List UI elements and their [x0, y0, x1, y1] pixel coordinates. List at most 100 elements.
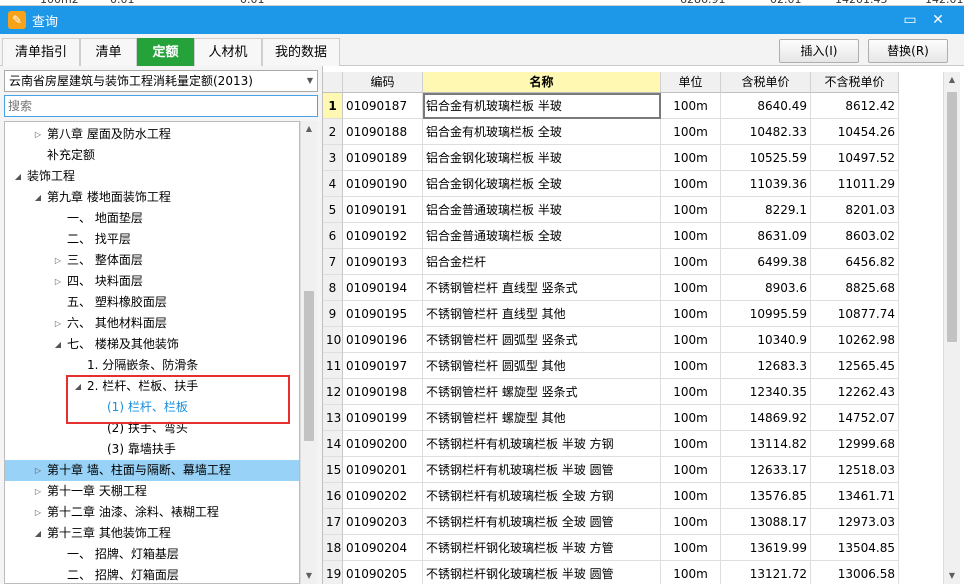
maximize-icon[interactable]: ▭: [900, 11, 920, 29]
unit-cell[interactable]: 100m: [661, 483, 721, 509]
row-number[interactable]: 17: [323, 509, 343, 535]
table-row[interactable]: 17 01090203 不锈钢栏杆有机玻璃栏板 全玻 圆管 100m 13088.17 1…: [323, 509, 943, 535]
tree-item[interactable]: (3) 靠墙扶手: [5, 439, 299, 460]
tree-item[interactable]: 五、 塑料橡胶面层: [5, 292, 299, 313]
scroll-up-icon[interactable]: ▲: [301, 121, 317, 137]
unit-cell[interactable]: 100m: [661, 509, 721, 535]
tax-excl-price-cell[interactable]: 10262.98: [811, 327, 899, 353]
name-cell[interactable]: 铝合金钢化玻璃栏板 半玻: [423, 145, 661, 171]
tax-incl-price-cell[interactable]: 11039.36: [721, 171, 811, 197]
expand-triangle-icon[interactable]: ▷: [33, 460, 43, 481]
name-cell[interactable]: 不锈钢栏杆有机玻璃栏板 全玻 圆管: [423, 509, 661, 535]
tax-incl-price-cell[interactable]: 13121.72: [721, 561, 811, 584]
unit-cell[interactable]: 100m: [661, 353, 721, 379]
row-number[interactable]: 16: [323, 483, 343, 509]
name-cell[interactable]: 铝合金普通玻璃栏板 半玻: [423, 197, 661, 223]
tax-excl-price-cell[interactable]: 12565.45: [811, 353, 899, 379]
tree-item[interactable]: ▷ 第十二章 油漆、涂料、裱糊工程: [5, 502, 299, 523]
code-cell[interactable]: 01090200: [343, 431, 423, 457]
tab-labor-material-machine[interactable]: 人材机: [194, 38, 262, 66]
tax-incl-price-cell[interactable]: 8229.1: [721, 197, 811, 223]
expand-triangle-icon[interactable]: ▷: [33, 481, 43, 502]
row-number[interactable]: 19: [323, 561, 343, 584]
tax-excl-price-cell[interactable]: 12973.03: [811, 509, 899, 535]
expand-triangle-icon[interactable]: ▷: [33, 124, 43, 145]
scroll-down-icon[interactable]: ▼: [944, 568, 960, 584]
tax-incl-price-cell[interactable]: 13619.99: [721, 535, 811, 561]
tree-item[interactable]: 补充定额: [5, 145, 299, 166]
code-cell[interactable]: 01090202: [343, 483, 423, 509]
tree-item[interactable]: 一、 地面垫层: [5, 208, 299, 229]
code-cell[interactable]: 01090198: [343, 379, 423, 405]
code-cell[interactable]: 01090199: [343, 405, 423, 431]
quota-library-dropdown[interactable]: 云南省房屋建筑与装饰工程消耗量定额(2013) ▼: [4, 70, 318, 92]
tree-item[interactable]: (2) 扶手、弯头: [5, 418, 299, 439]
tax-excl-price-cell[interactable]: 14752.07: [811, 405, 899, 431]
replace-button[interactable]: 替换(R): [868, 39, 948, 63]
name-cell[interactable]: 铝合金有机玻璃栏板 半玻: [423, 93, 661, 119]
tax-excl-price-cell[interactable]: 13006.58: [811, 561, 899, 584]
collapse-triangle-icon[interactable]: ◢: [13, 166, 23, 187]
name-cell[interactable]: 铝合金有机玻璃栏板 全玻: [423, 119, 661, 145]
row-number[interactable]: 14: [323, 431, 343, 457]
row-number[interactable]: 11: [323, 353, 343, 379]
name-cell[interactable]: 不锈钢管栏杆 螺旋型 竖条式: [423, 379, 661, 405]
tree-item[interactable]: ▷ 四、 块料面层: [5, 271, 299, 292]
close-icon[interactable]: ✕: [928, 11, 948, 29]
code-header[interactable]: 编码: [343, 72, 423, 93]
tax-incl-price-cell[interactable]: 12683.3: [721, 353, 811, 379]
grid-scrollbar[interactable]: ▲ ▼: [943, 72, 960, 584]
unit-cell[interactable]: 100m: [661, 561, 721, 584]
tree-item[interactable]: ▷ 第十章 墙、柱面与隔断、幕墙工程: [5, 460, 299, 481]
unit-cell[interactable]: 100m: [661, 431, 721, 457]
tax-excl-price-header[interactable]: 不含税单价: [811, 72, 899, 93]
tax-incl-price-header[interactable]: 含税单价: [721, 72, 811, 93]
scroll-up-icon[interactable]: ▲: [944, 72, 960, 88]
name-cell[interactable]: 铝合金普通玻璃栏板 全玻: [423, 223, 661, 249]
tree-item[interactable]: ▷ 三、 整体面层: [5, 250, 299, 271]
table-row[interactable]: 4 01090190 铝合金钢化玻璃栏板 全玻 100m 11039.36 11011.2…: [323, 171, 943, 197]
name-cell[interactable]: 不锈钢栏杆钢化玻璃栏板 半玻 圆管: [423, 561, 661, 584]
table-row[interactable]: 2 01090188 铝合金有机玻璃栏板 全玻 100m 10482.33 10454.2…: [323, 119, 943, 145]
tree-item[interactable]: ◢ 七、 楼梯及其他装饰: [5, 334, 299, 355]
table-row[interactable]: 15 01090201 不锈钢栏杆有机玻璃栏板 半玻 圆管 100m 12633.17 1…: [323, 457, 943, 483]
expand-triangle-icon[interactable]: ▷: [53, 313, 63, 334]
collapse-triangle-icon[interactable]: ◢: [73, 376, 83, 397]
name-cell[interactable]: 铝合金栏杆: [423, 249, 661, 275]
table-row[interactable]: 12 01090198 不锈钢管栏杆 螺旋型 竖条式 100m 12340.35 1226…: [323, 379, 943, 405]
code-cell[interactable]: 01090191: [343, 197, 423, 223]
name-cell[interactable]: 不锈钢管栏杆 直线型 其他: [423, 301, 661, 327]
tax-incl-price-cell[interactable]: 14869.92: [721, 405, 811, 431]
table-row[interactable]: 14 01090200 不锈钢栏杆有机玻璃栏板 半玻 方钢 100m 13114.82 1…: [323, 431, 943, 457]
unit-cell[interactable]: 100m: [661, 457, 721, 483]
tax-excl-price-cell[interactable]: 10454.26: [811, 119, 899, 145]
tax-incl-price-cell[interactable]: 8903.6: [721, 275, 811, 301]
code-cell[interactable]: 01090195: [343, 301, 423, 327]
row-number[interactable]: 12: [323, 379, 343, 405]
table-row[interactable]: 18 01090204 不锈钢栏杆钢化玻璃栏板 半玻 方管 100m 13619.99 1…: [323, 535, 943, 561]
tax-incl-price-cell[interactable]: 12633.17: [721, 457, 811, 483]
tax-excl-price-cell[interactable]: 6456.82: [811, 249, 899, 275]
table-row[interactable]: 5 01090191 铝合金普通玻璃栏板 半玻 100m 8229.1 8201.03: [323, 197, 943, 223]
tab-quota[interactable]: 定额: [137, 38, 194, 66]
name-cell[interactable]: 不锈钢栏杆有机玻璃栏板 半玻 圆管: [423, 457, 661, 483]
tax-excl-price-cell[interactable]: 10497.52: [811, 145, 899, 171]
unit-cell[interactable]: 100m: [661, 197, 721, 223]
grid-scroll-thumb[interactable]: [947, 92, 957, 342]
tree-item[interactable]: ▷ 第十一章 天棚工程: [5, 481, 299, 502]
unit-cell[interactable]: 100m: [661, 275, 721, 301]
unit-cell[interactable]: 100m: [661, 535, 721, 561]
tree-item[interactable]: 二、 找平层: [5, 229, 299, 250]
tax-excl-price-cell[interactable]: 12518.03: [811, 457, 899, 483]
code-cell[interactable]: 01090187: [343, 93, 423, 119]
table-row[interactable]: 7 01090193 铝合金栏杆 100m 6499.38 6456.82: [323, 249, 943, 275]
tree-item[interactable]: 一、 招牌、灯箱基层: [5, 544, 299, 565]
tax-incl-price-cell[interactable]: 13114.82: [721, 431, 811, 457]
tax-excl-price-cell[interactable]: 12262.43: [811, 379, 899, 405]
unit-cell[interactable]: 100m: [661, 301, 721, 327]
code-cell[interactable]: 01090201: [343, 457, 423, 483]
table-row[interactable]: 16 01090202 不锈钢栏杆有机玻璃栏板 全玻 方钢 100m 13576.85 1…: [323, 483, 943, 509]
unit-cell[interactable]: 100m: [661, 405, 721, 431]
tax-excl-price-cell[interactable]: 13461.71: [811, 483, 899, 509]
tax-excl-price-cell[interactable]: 8825.68: [811, 275, 899, 301]
